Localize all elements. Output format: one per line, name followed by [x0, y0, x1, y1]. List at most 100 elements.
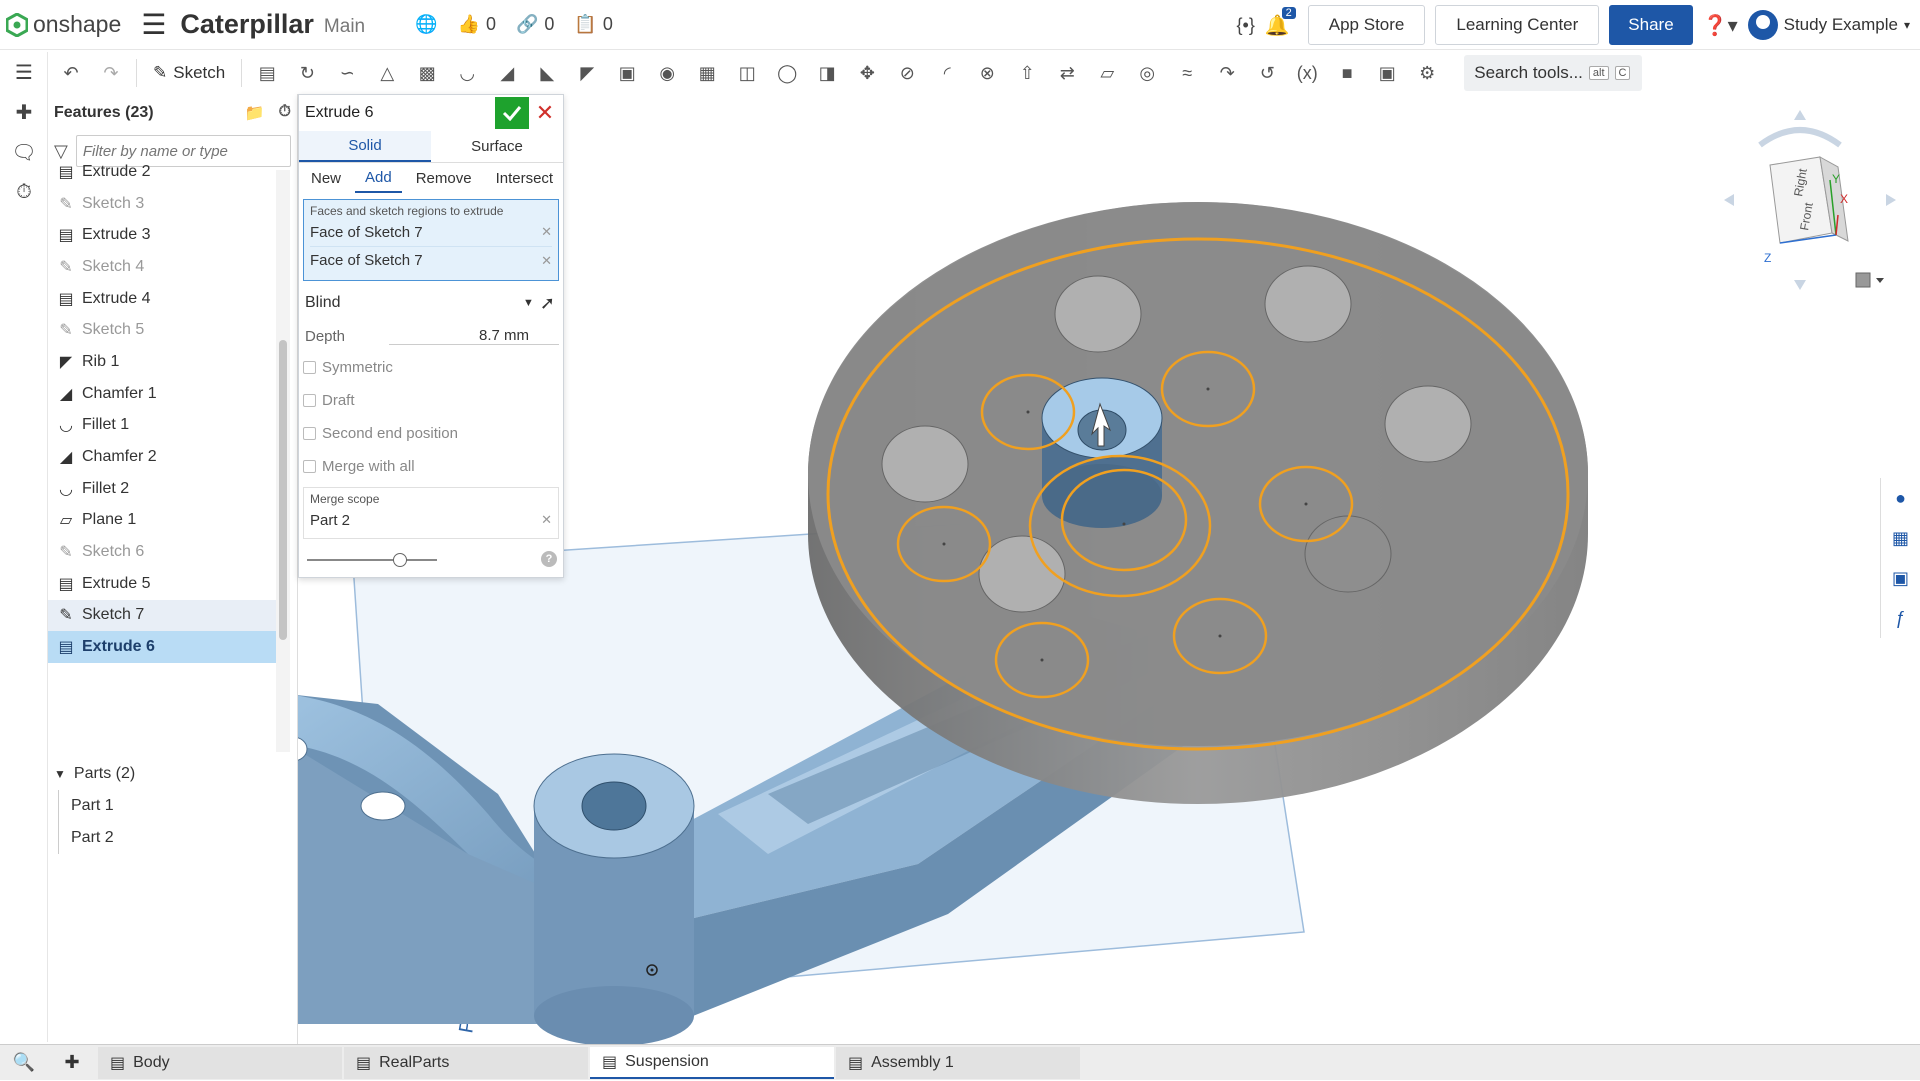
draft-icon[interactable]: ◣	[532, 58, 562, 88]
remove-selection-icon[interactable]: ✕	[541, 512, 552, 528]
scroll-thumb[interactable]	[279, 340, 287, 640]
menu-icon[interactable]: ☰	[141, 8, 166, 41]
op-remove[interactable]: Remove	[406, 163, 482, 193]
extrude-preview[interactable]	[808, 202, 1588, 804]
loft-icon[interactable]: △	[372, 58, 402, 88]
split-icon[interactable]: ◨	[812, 58, 842, 88]
document-tab[interactable]: ▤ Suspension	[590, 1046, 834, 1079]
symmetric-checkbox[interactable]: Symmetric	[299, 351, 563, 384]
user-menu[interactable]: Study Example ▾	[1747, 10, 1910, 40]
globe-icon[interactable]: 🌐	[415, 14, 437, 35]
merge-scope-item[interactable]: Part 2 ✕	[310, 506, 552, 534]
op-intersect[interactable]: Intersect	[486, 163, 564, 193]
feature-item[interactable]: ✎ Sketch 6	[48, 536, 276, 568]
preview-slider[interactable]	[307, 553, 437, 567]
add-tab-icon[interactable]: ✚	[48, 1045, 96, 1081]
undo-icon[interactable]: ↶	[56, 58, 86, 88]
copies-button[interactable]: 📋 0	[574, 14, 612, 35]
feature-item[interactable]: ▱ Plane 1	[48, 505, 276, 537]
merge-scope-field[interactable]: Merge scope Part 2 ✕	[303, 487, 559, 539]
mate-connector-icon[interactable]: ◎	[1132, 58, 1162, 88]
like-button[interactable]: 👍 0	[458, 14, 496, 35]
rotate-icon[interactable]: ↺	[1252, 58, 1282, 88]
feature-item[interactable]: ◡ Fillet 1	[48, 410, 276, 442]
rib-icon[interactable]: ◤	[572, 58, 602, 88]
modify-fillet-icon[interactable]: ◜	[932, 58, 962, 88]
checkbox-box[interactable]	[303, 460, 316, 473]
selection-item[interactable]: Face of Sketch 7 ✕	[310, 218, 552, 246]
view-mode-icon[interactable]	[1855, 272, 1871, 288]
view-cube[interactable]: Right Front Y X Z	[1720, 105, 1900, 295]
delete-face-icon[interactable]: ⊗	[972, 58, 1002, 88]
document-title[interactable]: Caterpillar	[180, 9, 314, 40]
notifications-button[interactable]: 🔔 2	[1265, 6, 1296, 38]
help-icon[interactable]: ❓▾	[1703, 13, 1738, 38]
comments-icon[interactable]: 🗨	[0, 132, 48, 172]
feature-item[interactable]: ✎ Sketch 4	[48, 251, 276, 283]
feature-item[interactable]: ▤ Extrude 2	[48, 156, 276, 188]
remove-selection-icon[interactable]: ✕	[541, 224, 552, 240]
revolve-icon[interactable]: ↻	[292, 58, 322, 88]
chamfer-icon[interactable]: ◢	[492, 58, 522, 88]
plane-icon[interactable]: ▱	[1092, 58, 1122, 88]
part-item[interactable]: Part 2	[59, 822, 288, 854]
feature-item[interactable]: ✎ Sketch 7	[48, 599, 276, 632]
document-tab[interactable]: ▤ Body	[98, 1046, 342, 1079]
flip-direction-icon[interactable]: ➚	[540, 293, 555, 314]
chevron-down-icon[interactable]	[1876, 278, 1884, 283]
end-type-select[interactable]: Blind ▼ ➚	[303, 289, 559, 317]
appearance-icon[interactable]: ●	[1881, 478, 1920, 518]
extrude-icon[interactable]: ▤	[252, 58, 282, 88]
learning-center-button[interactable]: Learning Center	[1435, 5, 1600, 45]
delete-part-icon[interactable]: ⊘	[892, 58, 922, 88]
feature-list-icon[interactable]: ☰	[0, 52, 48, 92]
move-face-icon[interactable]: ⇧	[1012, 58, 1042, 88]
settings-icon[interactable]: ⚙	[1412, 58, 1442, 88]
links-button[interactable]: 🔗 0	[516, 14, 554, 35]
feature-item[interactable]: ▤ Extrude 4	[48, 283, 276, 315]
redo-icon[interactable]: ↷	[96, 58, 126, 88]
wrap-icon[interactable]: ↷	[1212, 58, 1242, 88]
branch-name[interactable]: Main	[324, 16, 365, 38]
feature-item[interactable]: ▤ Extrude 5	[48, 568, 276, 600]
feature-item[interactable]: ▤ Extrude 3	[48, 219, 276, 251]
checkbox-box[interactable]	[303, 361, 316, 374]
replace-face-icon[interactable]: ⇄	[1052, 58, 1082, 88]
feature-item[interactable]: ◡ Fillet 2	[48, 473, 276, 505]
selection-item[interactable]: Face of Sketch 7 ✕	[310, 246, 552, 274]
sweep-icon[interactable]: ∽	[332, 58, 362, 88]
accept-button[interactable]	[495, 97, 529, 129]
mass-properties-icon[interactable]: ▣	[1881, 558, 1920, 598]
feature-item[interactable]: ▤ Extrude 6	[48, 631, 276, 663]
document-tab[interactable]: ▤ RealParts	[344, 1046, 588, 1079]
rollback-timer-icon[interactable]: ⏱	[279, 103, 291, 123]
selection-field[interactable]: Faces and sketch regions to extrude Face…	[303, 199, 559, 281]
mirror-icon[interactable]: ◫	[732, 58, 762, 88]
merge-all-checkbox[interactable]: Merge with all	[299, 450, 563, 483]
depth-input[interactable]: 8.7 mm	[389, 327, 559, 345]
slider-knob[interactable]	[393, 553, 407, 567]
checkbox-box[interactable]	[303, 394, 316, 407]
feature-item[interactable]: ◢ Chamfer 1	[48, 378, 276, 410]
feature-item[interactable]: ◢ Chamfer 2	[48, 441, 276, 473]
tab-manager-icon[interactable]: 🔍	[0, 1045, 48, 1081]
variables-table-icon[interactable]: ƒ	[1881, 598, 1920, 638]
parts-header[interactable]: ▼ Parts (2)	[48, 758, 288, 790]
tab-solid[interactable]: Solid	[299, 131, 431, 162]
variable-icon[interactable]: (x)	[1292, 58, 1322, 88]
pattern-icon[interactable]: ▦	[692, 58, 722, 88]
feature-item[interactable]: ◤ Rib 1	[48, 346, 276, 378]
sheet-metal-icon[interactable]: ▣	[1372, 58, 1402, 88]
op-new[interactable]: New	[301, 163, 351, 193]
dialog-title[interactable]: Extrude 6	[305, 104, 373, 122]
help-icon[interactable]: ?	[541, 551, 557, 567]
view-cube-graphic[interactable]: Right Front Y X Z	[1720, 105, 1900, 295]
feature-item[interactable]: ✎ Sketch 5	[48, 314, 276, 346]
parts-icon[interactable]: ▦	[1881, 518, 1920, 558]
history-icon[interactable]: ⏱	[0, 172, 48, 212]
variables-icon[interactable]: {•}	[1237, 15, 1255, 36]
onshape-logo[interactable]: onshape	[6, 11, 121, 38]
draft-checkbox[interactable]: Draft	[299, 384, 563, 417]
helix-icon[interactable]: ≈	[1172, 58, 1202, 88]
share-button[interactable]: Share	[1609, 5, 1693, 45]
